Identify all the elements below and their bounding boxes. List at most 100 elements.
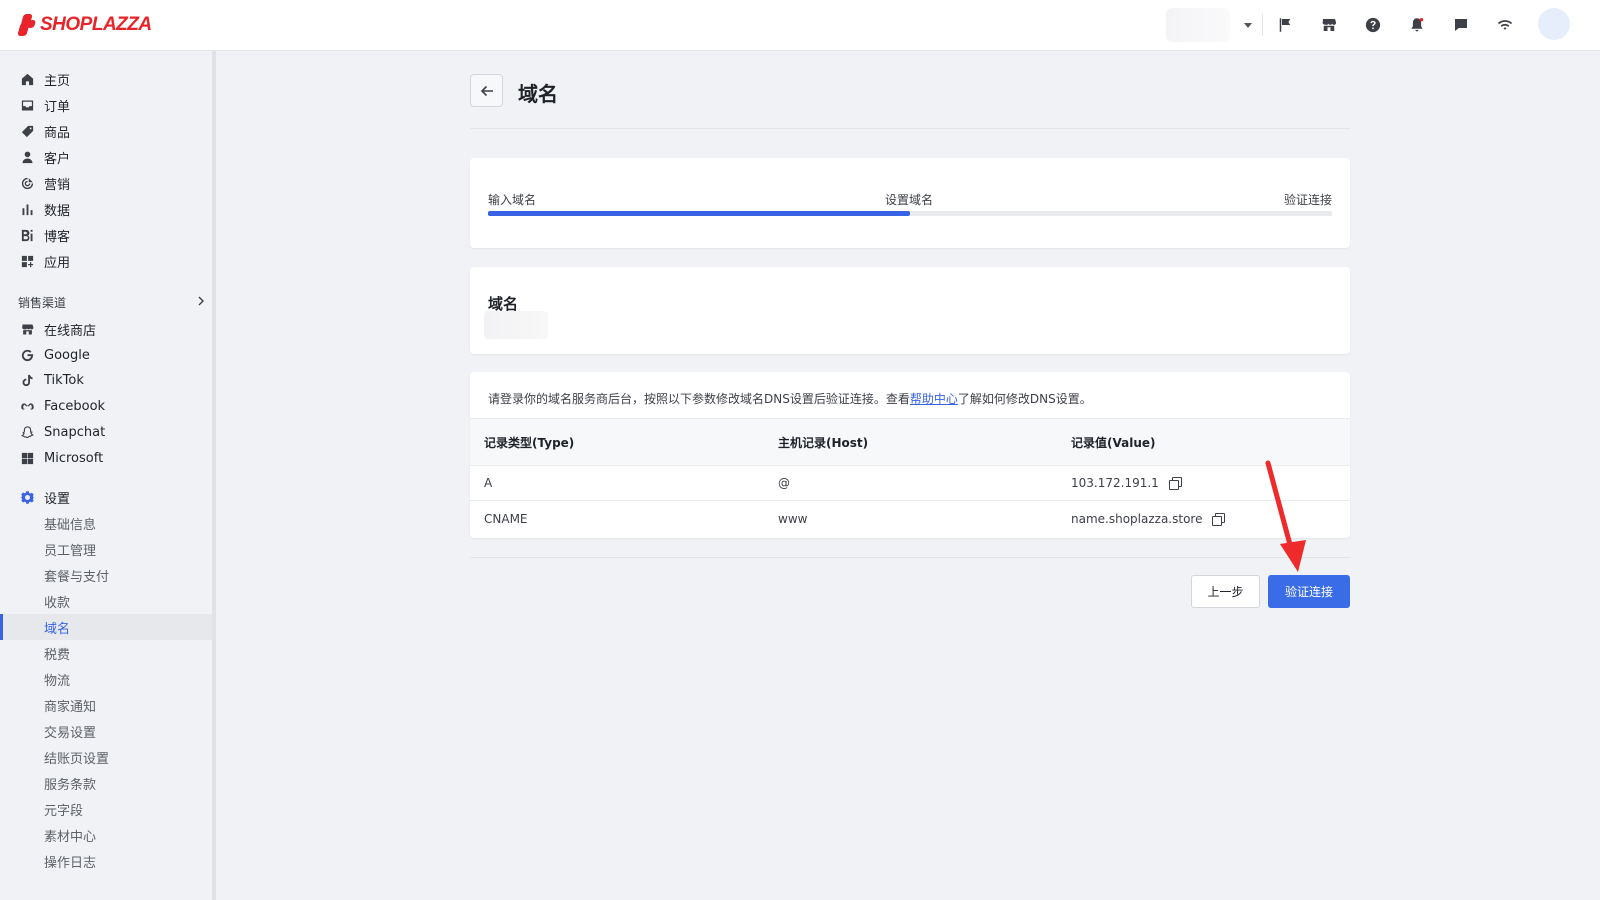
marketing-icon bbox=[19, 175, 35, 191]
gear-icon bbox=[19, 489, 35, 505]
sales-channels-label: 销售渠道 bbox=[18, 296, 67, 310]
domain-card: 域名 bbox=[470, 267, 1350, 354]
record-value-cell: name.shoplazza.store bbox=[1071, 501, 1226, 536]
home-icon bbox=[19, 71, 35, 87]
step-enter-domain: 输入域名 bbox=[488, 193, 537, 207]
wifi-icon[interactable] bbox=[1494, 14, 1516, 36]
settings-item-checkout-settings[interactable]: 交易设置 bbox=[0, 718, 212, 744]
bell-icon[interactable] bbox=[1406, 14, 1428, 36]
verify-connection-button[interactable]: 验证连接 bbox=[1268, 575, 1350, 608]
record-value: name.shoplazza.store bbox=[1071, 511, 1203, 526]
table-header: 记录类型(Type) 主机记录(Host) 记录值(Value) bbox=[470, 418, 1350, 466]
sidebar-item-microsoft[interactable]: Microsoft bbox=[0, 445, 212, 471]
table-row: CNAME www name.shoplazza.store bbox=[470, 501, 1350, 536]
shoplazza-logo[interactable]: SHOPLAZZA bbox=[17, 13, 152, 37]
step-verify-connection: 验证连接 bbox=[1283, 193, 1332, 207]
help-center-link[interactable]: 帮助中心 bbox=[910, 392, 958, 406]
help-icon[interactable] bbox=[1362, 14, 1384, 36]
inbox-icon bbox=[19, 97, 35, 113]
store-icon bbox=[19, 321, 35, 337]
settings-item-media-center[interactable]: 素材中心 bbox=[0, 822, 212, 848]
sidebar-item-orders[interactable]: 订单 bbox=[0, 92, 212, 118]
progress-track bbox=[488, 211, 1332, 216]
settings-item-domains[interactable]: 域名 bbox=[0, 614, 212, 640]
header-host: 主机记录(Host) bbox=[778, 435, 869, 450]
sidebar-item-home[interactable]: 主页 bbox=[0, 66, 212, 92]
sidebar-item-online-store[interactable]: 在线商店 bbox=[0, 316, 212, 342]
chat-icon[interactable] bbox=[1450, 14, 1472, 36]
snapchat-icon bbox=[19, 424, 35, 440]
sidebar-item-snapchat[interactable]: Snapchat bbox=[0, 419, 212, 445]
sidebar-item-tiktok[interactable]: TikTok bbox=[0, 367, 212, 393]
settings-item-metafields[interactable]: 元字段 bbox=[0, 796, 212, 822]
sidebar-item-label: 主页 bbox=[44, 73, 71, 89]
sidebar-item-label: 应用 bbox=[44, 255, 71, 271]
record-type: CNAME bbox=[484, 511, 528, 526]
microsoft-icon bbox=[19, 450, 35, 466]
settings-item-basic-info[interactable]: 基础信息 bbox=[0, 510, 212, 536]
sidebar-item-label: 在线商店 bbox=[44, 323, 97, 339]
tag-icon bbox=[19, 123, 35, 139]
store-name-redacted bbox=[1166, 8, 1230, 42]
caret-down-icon bbox=[1244, 22, 1252, 28]
record-host: @ bbox=[778, 476, 790, 490]
sidebar-item-blog[interactable]: 博客 bbox=[0, 222, 212, 248]
page-title: 域名 bbox=[518, 82, 558, 106]
user-avatar[interactable] bbox=[1538, 8, 1570, 40]
dns-instructions: 请登录你的域名服务商后台，按照以下参数修改域名DNS设置后验证连接。查看帮助中心… bbox=[488, 390, 1092, 407]
step-setup-domain: 设置域名 bbox=[885, 193, 934, 207]
sidebar-item-apps[interactable]: 应用 bbox=[0, 248, 212, 274]
settings-item-staff[interactable]: 员工管理 bbox=[0, 536, 212, 562]
dns-records-table: 记录类型(Type) 主机记录(Host) 记录值(Value) A @ 103… bbox=[470, 418, 1350, 536]
sidebar-item-label: 数据 bbox=[44, 203, 71, 219]
settings-item-terms[interactable]: 服务条款 bbox=[0, 770, 212, 796]
sidebar-item-label: 客户 bbox=[44, 151, 71, 167]
sidebar-item-label: 设置 bbox=[44, 491, 71, 507]
settings-item-plan-billing[interactable]: 套餐与支付 bbox=[0, 562, 212, 588]
sidebar-item-customers[interactable]: 客户 bbox=[0, 144, 212, 170]
settings-item-shipping[interactable]: 物流 bbox=[0, 666, 212, 692]
copy-icon[interactable] bbox=[1168, 477, 1182, 490]
record-type: A bbox=[484, 476, 493, 490]
sidebar-item-label: 订单 bbox=[44, 99, 71, 115]
sidebar-item-label: 商品 bbox=[44, 125, 71, 141]
sidebar-item-products[interactable]: 商品 bbox=[0, 118, 212, 144]
flag-icon[interactable] bbox=[1274, 14, 1296, 36]
sidebar-item-label: Microsoft bbox=[44, 450, 104, 466]
top-bar: SHOPLAZZA bbox=[0, 0, 1600, 51]
apps-icon bbox=[19, 253, 35, 269]
record-value: 103.172.191.1 bbox=[1071, 476, 1159, 490]
sidebar-item-settings[interactable]: 设置 bbox=[0, 484, 212, 510]
google-icon bbox=[19, 347, 35, 363]
sidebar-item-label: Facebook bbox=[44, 398, 106, 414]
dns-instructions-text-end: 了解如何修改DNS设置。 bbox=[957, 392, 1092, 406]
store-icon[interactable] bbox=[1318, 14, 1340, 36]
header-type: 记录类型(Type) bbox=[484, 435, 575, 450]
progress-fill bbox=[488, 211, 910, 216]
settings-item-taxes[interactable]: 税费 bbox=[0, 640, 212, 666]
dns-instructions-text: 请登录你的域名服务商后台，按照以下参数修改域名DNS设置后验证连接。查看 bbox=[488, 392, 910, 406]
record-value-cell: 103.172.191.1 bbox=[1071, 466, 1182, 500]
copy-icon[interactable] bbox=[1212, 512, 1226, 526]
blog-icon bbox=[19, 227, 35, 243]
previous-step-button[interactable]: 上一步 bbox=[1191, 575, 1260, 608]
settings-item-payments[interactable]: 收款 bbox=[0, 588, 212, 614]
sidebar-item-label: Snapchat bbox=[44, 424, 106, 440]
chevron-right-icon[interactable] bbox=[196, 296, 206, 306]
sidebar-item-facebook[interactable]: Facebook bbox=[0, 393, 212, 419]
settings-item-activity-log[interactable]: 操作日志 bbox=[0, 848, 212, 874]
settings-item-notifications[interactable]: 商家通知 bbox=[0, 692, 212, 718]
sidebar-item-label: TikTok bbox=[44, 372, 84, 388]
sidebar-item-analytics[interactable]: 数据 bbox=[0, 196, 212, 222]
bar-chart-icon bbox=[19, 201, 35, 217]
back-button[interactable] bbox=[470, 74, 503, 107]
settings-item-checkout-page[interactable]: 结账页设置 bbox=[0, 744, 212, 770]
sidebar-item-google[interactable]: Google bbox=[0, 342, 212, 368]
sidebar-item-label: 博客 bbox=[44, 229, 71, 245]
record-host: www bbox=[778, 511, 808, 526]
sidebar-item-marketing[interactable]: 营销 bbox=[0, 170, 212, 196]
steps-card: 输入域名 设置域名 验证连接 bbox=[470, 158, 1350, 248]
store-selector[interactable] bbox=[1166, 8, 1256, 42]
sidebar-item-label: 营销 bbox=[44, 177, 71, 193]
arrow-left-icon bbox=[480, 85, 493, 96]
